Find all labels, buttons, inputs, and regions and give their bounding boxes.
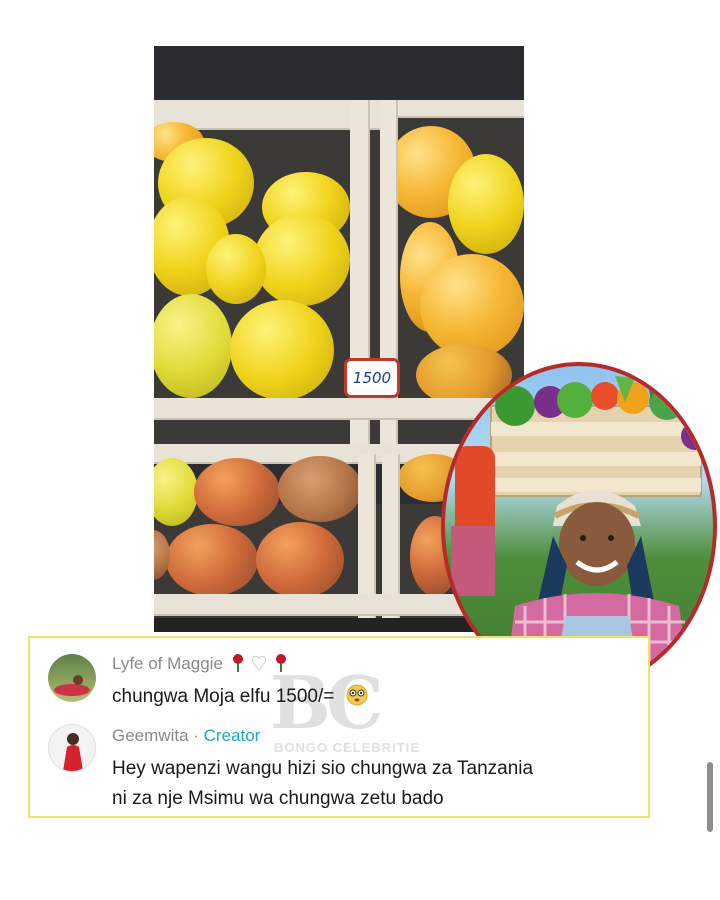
crate-board bbox=[154, 398, 524, 420]
price-tag: 1500 bbox=[344, 358, 400, 398]
crate-board bbox=[390, 100, 524, 118]
avatar-person-icon bbox=[63, 733, 83, 771]
username-text: Lyfe of Maggie bbox=[112, 654, 223, 673]
watermark-text: BONGO CELEBRITIE bbox=[274, 740, 421, 755]
creator-badge: Creator bbox=[203, 726, 261, 745]
lemon bbox=[206, 234, 266, 304]
comment-text: chungwa Moja elfu 1500/= bbox=[112, 682, 368, 712]
comment-text: Hey wapenzi wangu hizi sio chungwa za Ta… bbox=[112, 758, 534, 809]
rose-icon bbox=[232, 654, 243, 672]
mango bbox=[194, 458, 280, 526]
mango bbox=[278, 456, 362, 522]
rose-icon bbox=[276, 654, 287, 672]
lemon bbox=[254, 214, 350, 306]
comment-username[interactable]: Geemwita · Creator bbox=[112, 726, 260, 746]
mango bbox=[166, 524, 258, 596]
lemon bbox=[448, 154, 524, 254]
mango bbox=[256, 522, 344, 598]
scrollbar[interactable] bbox=[707, 762, 713, 832]
avatar-person-icon bbox=[54, 675, 90, 696]
shelf-top bbox=[154, 46, 524, 100]
avatar[interactable] bbox=[48, 654, 96, 702]
comments-card: BC BONGO CELEBRITIE Lyfe of Maggie chung… bbox=[28, 636, 650, 818]
avatar[interactable] bbox=[48, 724, 96, 772]
lemon bbox=[230, 300, 334, 400]
orange bbox=[420, 254, 524, 358]
comment-username[interactable]: Lyfe of Maggie bbox=[112, 654, 288, 674]
white-heart-icon bbox=[252, 655, 267, 671]
flushed-face-icon bbox=[346, 684, 368, 706]
